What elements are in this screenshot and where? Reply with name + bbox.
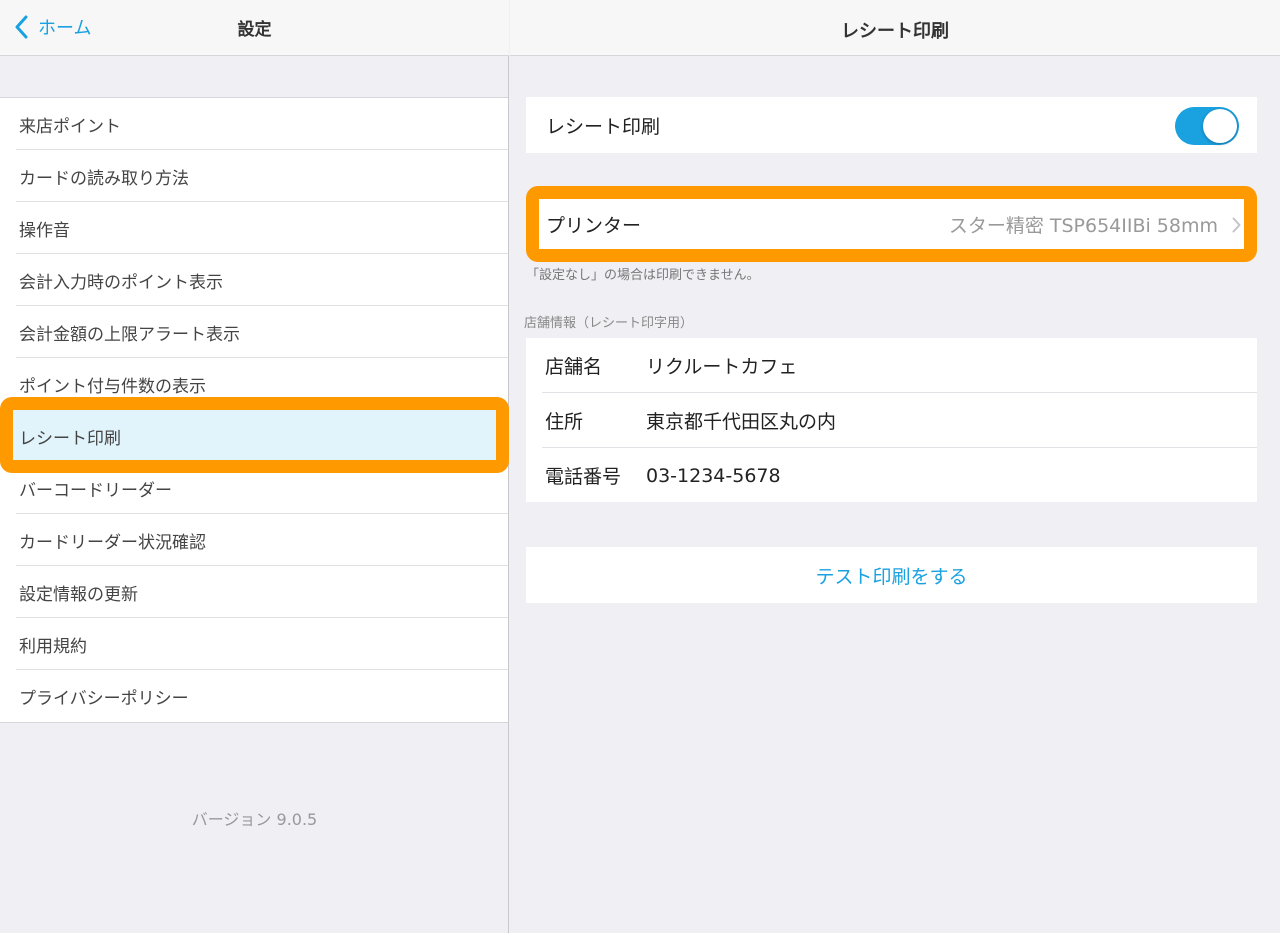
menu-item-receipt-print[interactable]: レシート印刷 [0, 410, 508, 462]
store-address-value: 東京都千代田区丸の内 [646, 411, 837, 433]
menu-item-points-count-display[interactable]: ポイント付与件数の表示 [0, 358, 508, 410]
menu-item-privacy-policy[interactable]: プライバシーポリシー [0, 670, 508, 722]
printer-note: 「設定なし」の場合は印刷できません。 [526, 268, 760, 283]
menu-item-points-display[interactable]: 会計入力時のポイント表示 [0, 254, 508, 306]
menu-item-operation-sound[interactable]: 操作音 [0, 202, 508, 254]
detail-title: レシート印刷 [841, 21, 949, 42]
store-name-label: 店舗名 [545, 356, 603, 378]
menu-item-label: カードの読み取り方法 [19, 168, 189, 189]
settings-sidebar: ホーム 設定 来店ポイント カードの読み取り方法 操作音 会計入力時のポイント表… [0, 0, 509, 933]
menu-item-label: 設定情報の更新 [19, 584, 138, 605]
receipt-print-label: レシート印刷 [546, 115, 661, 138]
settings-menu: 来店ポイント カードの読み取り方法 操作音 会計入力時のポイント表示 会計金額の… [0, 97, 508, 723]
menu-item-visit-points[interactable]: 来店ポイント [0, 98, 508, 150]
version-label: バージョン 9.0.5 [191, 810, 318, 829]
store-phone-row[interactable]: 電話番号 03-1234-5678 [526, 448, 1257, 503]
menu-item-settings-update[interactable]: 設定情報の更新 [0, 566, 508, 618]
sidebar-title: 設定 [237, 20, 272, 40]
toggle-knob [1203, 109, 1237, 143]
detail-navbar: レシート印刷 [510, 0, 1280, 56]
menu-item-label: レシート印刷 [19, 428, 121, 449]
menu-item-label: 会計金額の上限アラート表示 [19, 324, 240, 345]
store-name-value: リクルートカフェ [646, 356, 798, 378]
chevron-right-icon [1232, 217, 1241, 232]
menu-item-barcode-reader[interactable]: バーコードリーダー [0, 462, 508, 514]
printer-value: スター精密 TSP654IIBi 58mm [948, 215, 1218, 237]
menu-item-label: カードリーダー状況確認 [19, 532, 206, 553]
printer-row[interactable]: プリンター スター精密 TSP654IIBi 58mm [526, 198, 1257, 251]
store-name-row[interactable]: 店舗名 リクルートカフェ [526, 338, 1257, 393]
menu-item-label: バーコードリーダー [19, 480, 172, 501]
menu-item-label: 来店ポイント [19, 116, 121, 137]
store-phone-value: 03-1234-5678 [646, 464, 781, 487]
receipt-print-toggle[interactable] [1175, 107, 1239, 145]
test-print-button[interactable]: テスト印刷をする [526, 547, 1257, 603]
menu-item-label: ポイント付与件数の表示 [19, 376, 206, 397]
store-address-row[interactable]: 住所 東京都千代田区丸の内 [526, 393, 1257, 448]
menu-item-label: プライバシーポリシー [19, 688, 189, 709]
store-section-label: 店舗情報（レシート印字用） [524, 316, 694, 331]
menu-item-amount-limit-alert[interactable]: 会計金額の上限アラート表示 [0, 306, 508, 358]
printer-label: プリンター [546, 215, 642, 237]
store-phone-label: 電話番号 [545, 466, 622, 488]
store-address-label: 住所 [545, 411, 584, 433]
menu-item-terms[interactable]: 利用規約 [0, 618, 508, 670]
menu-item-card-reading-method[interactable]: カードの読み取り方法 [0, 150, 508, 202]
sidebar-navbar: ホーム 設定 [0, 0, 509, 56]
receipt-print-row: レシート印刷 [526, 97, 1257, 153]
menu-item-card-reader-status[interactable]: カードリーダー状況確認 [0, 514, 508, 566]
menu-item-label: 利用規約 [19, 636, 87, 657]
store-info-card: 店舗名 リクルートカフェ 住所 東京都千代田区丸の内 電話番号 03-1234-… [526, 338, 1257, 502]
menu-item-label: 操作音 [19, 220, 70, 241]
menu-item-label: 会計入力時のポイント表示 [19, 272, 223, 293]
receipt-print-detail: レシート印刷 レシート印刷 プリンター スター精密 TSP654IIBi 58m… [510, 0, 1280, 933]
